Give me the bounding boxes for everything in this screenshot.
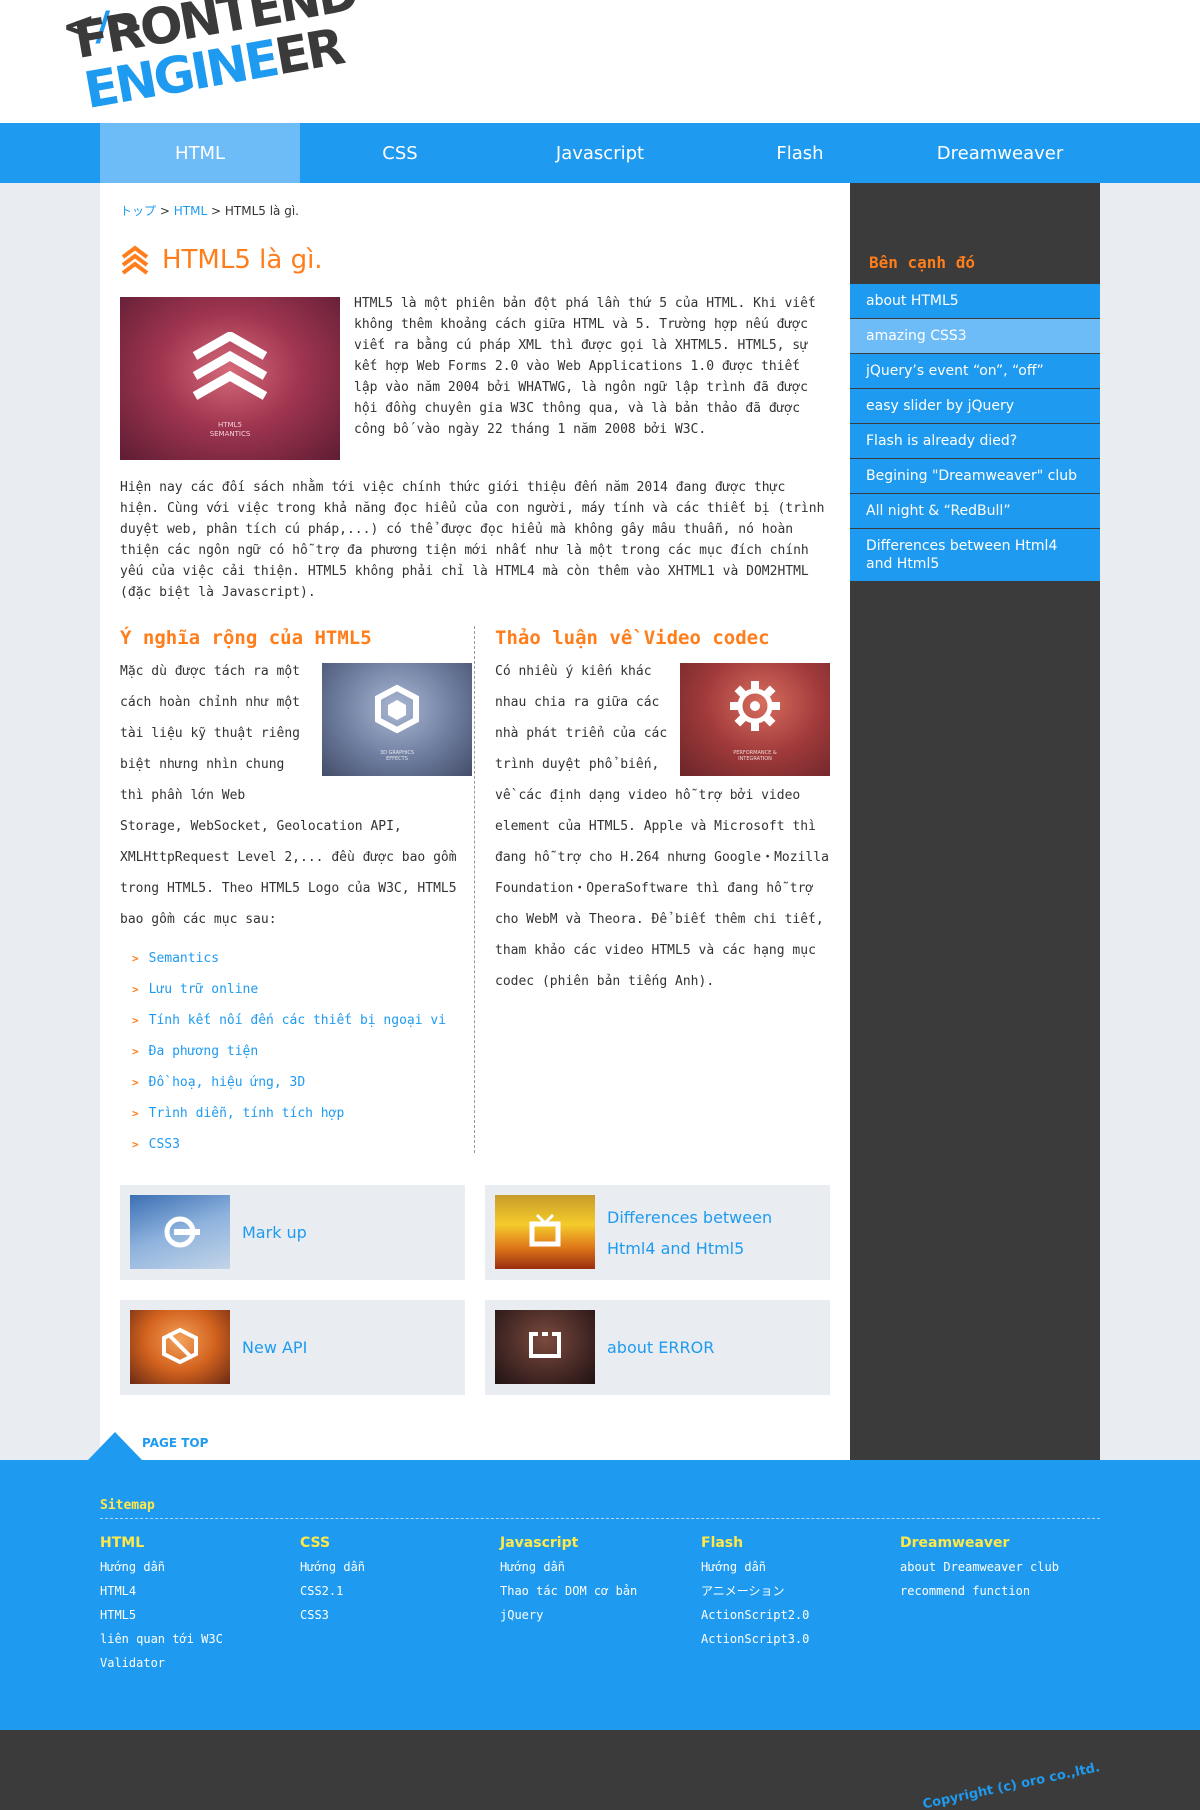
sidebar-item-jquery-event[interactable]: jQuery’s event “on”, “off” (850, 354, 1100, 389)
cube-icon (375, 685, 419, 733)
sidebar-item-about-html5[interactable]: about HTML5 (850, 284, 1100, 319)
chevron-right-icon: > (132, 983, 139, 996)
card-markup[interactable]: Mark up (120, 1185, 465, 1280)
breadcrumb-current: HTML5 là gì. (224, 204, 299, 218)
chevron-right-icon: > (132, 1076, 139, 1089)
sidebar-title: Bên cạnh đó (869, 253, 975, 272)
footer-link[interactable]: Hướng dẫn (300, 1555, 500, 1579)
performance-image: PERFORMANCE & INTEGRATION (680, 663, 830, 776)
tv-icon (495, 1195, 595, 1269)
footer-link[interactable]: jQuery (500, 1603, 700, 1627)
footer-link[interactable]: CSS2.1 (300, 1579, 500, 1603)
list-item[interactable]: > Trình diễn, tính tích hợp (120, 1098, 472, 1129)
footer-link[interactable]: Hướng dẫn (500, 1555, 700, 1579)
second-paragraph: Hiện nay các đối sách nhằm tới việc chín… (120, 480, 825, 600)
footer-link[interactable]: ActionScript3.0 (701, 1627, 901, 1651)
footer-link[interactable]: HTML5 (100, 1603, 300, 1627)
right-column-text: PERFORMANCE & INTEGRATION Có nhiều ý kiế… (495, 663, 830, 989)
left-column-title: Ý nghĩa rộng của HTML5 (120, 627, 372, 649)
footer-link[interactable]: about Dreamweaver club (900, 1555, 1100, 1579)
card-label: about ERROR (607, 1338, 715, 1357)
card-about-error[interactable]: about ERROR (485, 1300, 830, 1395)
breadcrumb-home[interactable]: トップ (120, 204, 156, 218)
footer-link[interactable]: Thao tác DOM cơ bản (500, 1579, 700, 1603)
footer-link[interactable]: Validator (100, 1651, 300, 1675)
chevron-right-icon: > (132, 1138, 139, 1151)
sidebar-list: about HTML5 amazing CSS3 jQuery’s event … (850, 284, 1100, 582)
sidebar-item-differences[interactable]: Differences between Html4 and Html5 (850, 529, 1100, 582)
chevron-right-icon: > (132, 1014, 139, 1027)
footer-sitemap: Sitemap HTML Hướng dẫn HTML4 HTML5 liên … (0, 1460, 1200, 1730)
gear-icon (730, 681, 780, 731)
site-logo[interactable]: </> FRONTEND ENGINEER (60, 0, 360, 128)
chevron-up-icon (121, 245, 149, 275)
list-item[interactable]: > CSS3 (120, 1129, 472, 1160)
copyright-text: Copyright (c) oro co.,ltd. (921, 1760, 1102, 1810)
footer-col-flash: Flash Hướng dẫn アニメーション ActionScript2.0 … (701, 1535, 901, 1651)
breadcrumb: トップ > HTML > HTML5 là gì. (120, 204, 299, 218)
sidebar-item-easy-slider[interactable]: easy slider by jQuery (850, 389, 1100, 424)
site-header: </> FRONTEND ENGINEER (0, 0, 1200, 123)
list-item[interactable]: > Semantics (120, 943, 472, 974)
breadcrumb-section[interactable]: HTML (174, 204, 207, 218)
right-column: Thảo luận về Video codec PERFORMANCE & I… (495, 623, 830, 997)
list-item[interactable]: > Tính kết nối đến các thiết bị ngoại vi (120, 1005, 472, 1036)
card-label: Differences between Html4 and Html5 (607, 1207, 773, 1258)
card-label: Mark up (242, 1223, 307, 1242)
footer-col-html: HTML Hướng dẫn HTML4 HTML5 liên quan tới… (100, 1535, 300, 1675)
semantics-chevron-icon (192, 332, 268, 400)
nav-flash[interactable]: Flash (700, 123, 900, 183)
divider (100, 1518, 1100, 1519)
list-item[interactable]: > Đa phương tiện (120, 1036, 472, 1067)
left-column-text: 3D GRAPHICS EFFECTS Mặc dù được tách ra … (120, 656, 472, 935)
error-icon (495, 1310, 595, 1384)
html5-feature-list: > Semantics > Lưu trữ online > Tính kết nối… (120, 943, 472, 1160)
chevron-right-icon: > (132, 952, 139, 965)
page-heading: HTML5 là gì. (162, 245, 323, 275)
nav-html[interactable]: HTML (100, 123, 300, 183)
left-column: Ý nghĩa rộng của HTML5 3D GRAPHICS EFFEC… (120, 623, 472, 1160)
column-divider (474, 626, 475, 1153)
nav-dreamweaver[interactable]: Dreamweaver (900, 123, 1100, 183)
main-nav: HTML CSS Javascript Flash Dreamweaver (0, 123, 1200, 183)
sitemap-title: Sitemap (100, 1498, 155, 1513)
footer-col-javascript: Javascript Hướng dẫn Thao tác DOM cơ bản… (500, 1535, 700, 1627)
footer-link[interactable]: ActionScript2.0 (701, 1603, 901, 1627)
card-label: New API (242, 1338, 308, 1357)
page-top-link[interactable]: PAGE TOP (88, 1432, 238, 1460)
footer-link[interactable]: HTML4 (100, 1579, 300, 1603)
footer-link[interactable]: Hướng dẫn (701, 1555, 901, 1579)
copyright-bar: Copyright (c) oro co.,ltd. (0, 1730, 1200, 1810)
html5-semantics-image: HTML5 SEMANTICS (120, 297, 340, 460)
page-title: HTML5 là gì. (120, 245, 323, 275)
sidebar-item-all-night[interactable]: All night & “RedBull” (850, 494, 1100, 529)
footer-link[interactable]: recommend function (900, 1579, 1100, 1603)
footer-col-dreamweaver: Dreamweaver about Dreamweaver club recom… (900, 1535, 1100, 1603)
intro-paragraph: HTML5 là một phiên bản đột phá lần thứ 5… (354, 296, 816, 437)
arrow-up-icon (88, 1432, 142, 1460)
api-icon (130, 1310, 230, 1384)
list-item[interactable]: > Lưu trữ online (120, 974, 472, 1005)
chevron-right-icon: > (132, 1107, 139, 1120)
right-column-title: Thảo luận về Video codec (495, 627, 770, 649)
chevron-right-icon: > (132, 1045, 139, 1058)
nav-javascript[interactable]: Javascript (500, 123, 700, 183)
footer-link[interactable]: CSS3 (300, 1603, 500, 1627)
sidebar: Bên cạnh đó about HTML5 amazing CSS3 jQu… (850, 183, 1100, 1460)
sidebar-item-flash-died[interactable]: Flash is already died? (850, 424, 1100, 459)
sidebar-item-dreamweaver-club[interactable]: Begining "Dreamweaver" club (850, 459, 1100, 494)
sidebar-item-amazing-css3[interactable]: amazing CSS3 (850, 319, 1100, 354)
main-content: トップ > HTML > HTML5 là gì. HTML5 là gì. H… (100, 183, 850, 1460)
list-item[interactable]: > Đồ hoạ, hiệu ứng, 3D (120, 1067, 472, 1098)
footer-col-css: CSS Hướng dẫn CSS2.1 CSS3 (300, 1535, 500, 1627)
3d-graphics-image: 3D GRAPHICS EFFECTS (322, 663, 472, 776)
footer-link[interactable]: アニメーション (701, 1579, 901, 1603)
markup-icon (130, 1195, 230, 1269)
footer-link[interactable]: Hướng dẫn (100, 1555, 300, 1579)
nav-css[interactable]: CSS (300, 123, 500, 183)
card-differences[interactable]: Differences between Html4 and Html5 (485, 1185, 830, 1280)
footer-link[interactable]: liên quan tới W3C (100, 1627, 300, 1651)
card-new-api[interactable]: New API (120, 1300, 465, 1395)
